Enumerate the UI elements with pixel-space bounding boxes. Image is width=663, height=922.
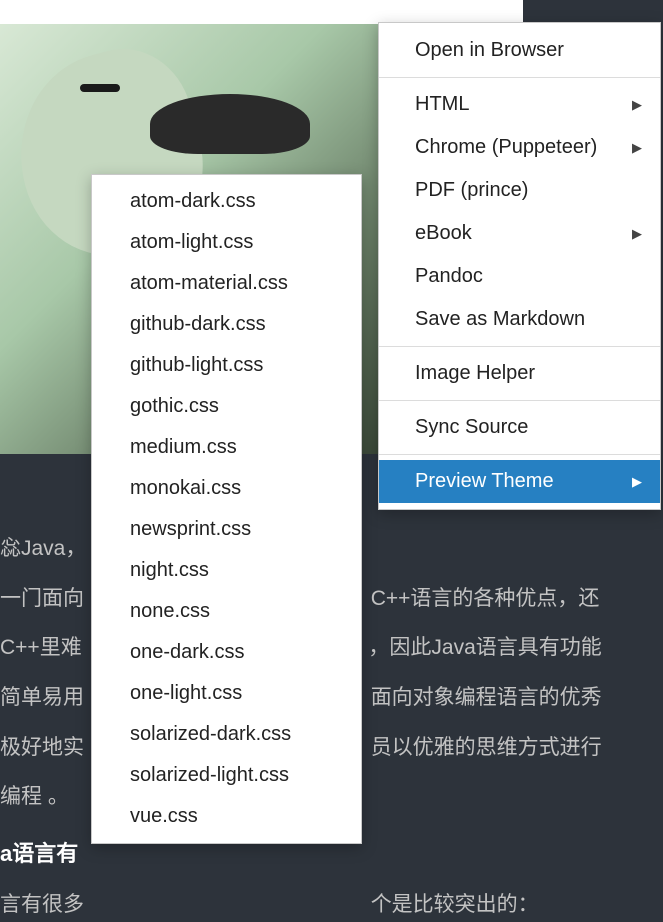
menu-item-label: Sync Source bbox=[415, 416, 528, 439]
body-text: 简单易用 bbox=[0, 686, 84, 709]
body-text: 员以优雅的思维方式进行 bbox=[371, 736, 602, 759]
theme-option-one-dark[interactable]: one-dark.css bbox=[92, 632, 361, 673]
chevron-right-icon: ▶ bbox=[632, 97, 642, 113]
menu-item-image-helper[interactable]: Image Helper bbox=[379, 352, 660, 395]
menu-item-label: Image Helper bbox=[415, 362, 535, 385]
menu-item-label: Open in Browser bbox=[415, 39, 564, 62]
theme-option-newsprint[interactable]: newsprint.css bbox=[92, 509, 361, 550]
context-menu[interactable]: Open in BrowserHTML▶Chrome (Puppeteer)▶P… bbox=[378, 22, 661, 510]
theme-option-vue[interactable]: vue.css bbox=[92, 796, 361, 837]
theme-option-atom-material[interactable]: atom-material.css bbox=[92, 263, 361, 304]
body-text: 编程 。 bbox=[0, 785, 69, 808]
menu-item-pandoc[interactable]: Pandoc bbox=[379, 255, 660, 298]
menu-item-ebook[interactable]: eBook ▶ bbox=[379, 212, 660, 255]
theme-option-monokai[interactable]: monokai.css bbox=[92, 468, 361, 509]
theme-option-solarized-light[interactable]: solarized-light.css bbox=[92, 755, 361, 796]
menu-separator bbox=[379, 346, 660, 347]
menu-item-label: Save as Markdown bbox=[415, 308, 585, 331]
menu-item-sync-source[interactable]: Sync Source bbox=[379, 406, 660, 449]
top-white-strip bbox=[0, 0, 523, 24]
theme-option-atom-dark[interactable]: atom-dark.css bbox=[92, 181, 361, 222]
theme-option-night[interactable]: night.css bbox=[92, 550, 361, 591]
menu-item-open-in-browser[interactable]: Open in Browser bbox=[379, 29, 660, 72]
menu-item-label: eBook bbox=[415, 222, 472, 245]
menu-item-label: Pandoc bbox=[415, 265, 483, 288]
theme-option-gothic[interactable]: gothic.css bbox=[92, 386, 361, 427]
menu-item-preview-theme[interactable]: Preview Theme ▶ bbox=[379, 460, 660, 503]
theme-option-one-light[interactable]: one-light.css bbox=[92, 673, 361, 714]
theme-option-none[interactable]: none.css bbox=[92, 591, 361, 632]
image-blob bbox=[150, 94, 310, 154]
theme-option-github-light[interactable]: github-light.css bbox=[92, 345, 361, 386]
menu-separator bbox=[379, 400, 660, 401]
theme-option-medium[interactable]: medium.css bbox=[92, 427, 361, 468]
body-text: 言有很多 bbox=[0, 893, 84, 916]
body-text: 极好地实 bbox=[0, 736, 84, 759]
menu-item-label: Chrome (Puppeteer) bbox=[415, 136, 597, 159]
chevron-right-icon: ▶ bbox=[632, 226, 642, 242]
menu-item-html[interactable]: HTML ▶ bbox=[379, 83, 660, 126]
menu-separator bbox=[379, 454, 660, 455]
theme-option-atom-light[interactable]: atom-light.css bbox=[92, 222, 361, 263]
body-text: 个是比较突出的： bbox=[371, 893, 539, 916]
menu-item-label: HTML bbox=[415, 93, 469, 116]
menu-item-pdf-prince-[interactable]: PDF (prince) bbox=[379, 169, 660, 212]
theme-option-solarized-dark[interactable]: solarized-dark.css bbox=[92, 714, 361, 755]
image-blob bbox=[80, 84, 120, 92]
body-text: 一门面向 bbox=[0, 587, 84, 610]
menu-item-save-as-markdown[interactable]: Save as Markdown bbox=[379, 298, 660, 341]
theme-option-github-dark[interactable]: github-dark.css bbox=[92, 304, 361, 345]
menu-item-label: Preview Theme bbox=[415, 470, 554, 493]
body-text: 惢Java， bbox=[0, 537, 86, 560]
body-text: 面向对象编程语言的优秀 bbox=[371, 686, 602, 709]
menu-item-label: PDF (prince) bbox=[415, 179, 528, 202]
theme-submenu[interactable]: atom-dark.cssatom-light.cssatom-material… bbox=[91, 174, 362, 844]
body-text: C++语言的各种优点，还 bbox=[371, 587, 600, 610]
menu-item-chrome-puppeteer-[interactable]: Chrome (Puppeteer) ▶ bbox=[379, 126, 660, 169]
body-heading: a语言有 bbox=[0, 841, 78, 866]
chevron-right-icon: ▶ bbox=[632, 474, 642, 490]
body-text: ，因此Java语言具有功能 bbox=[368, 636, 601, 659]
menu-separator bbox=[379, 77, 660, 78]
chevron-right-icon: ▶ bbox=[632, 140, 642, 156]
body-text: C++里难 bbox=[0, 636, 82, 659]
